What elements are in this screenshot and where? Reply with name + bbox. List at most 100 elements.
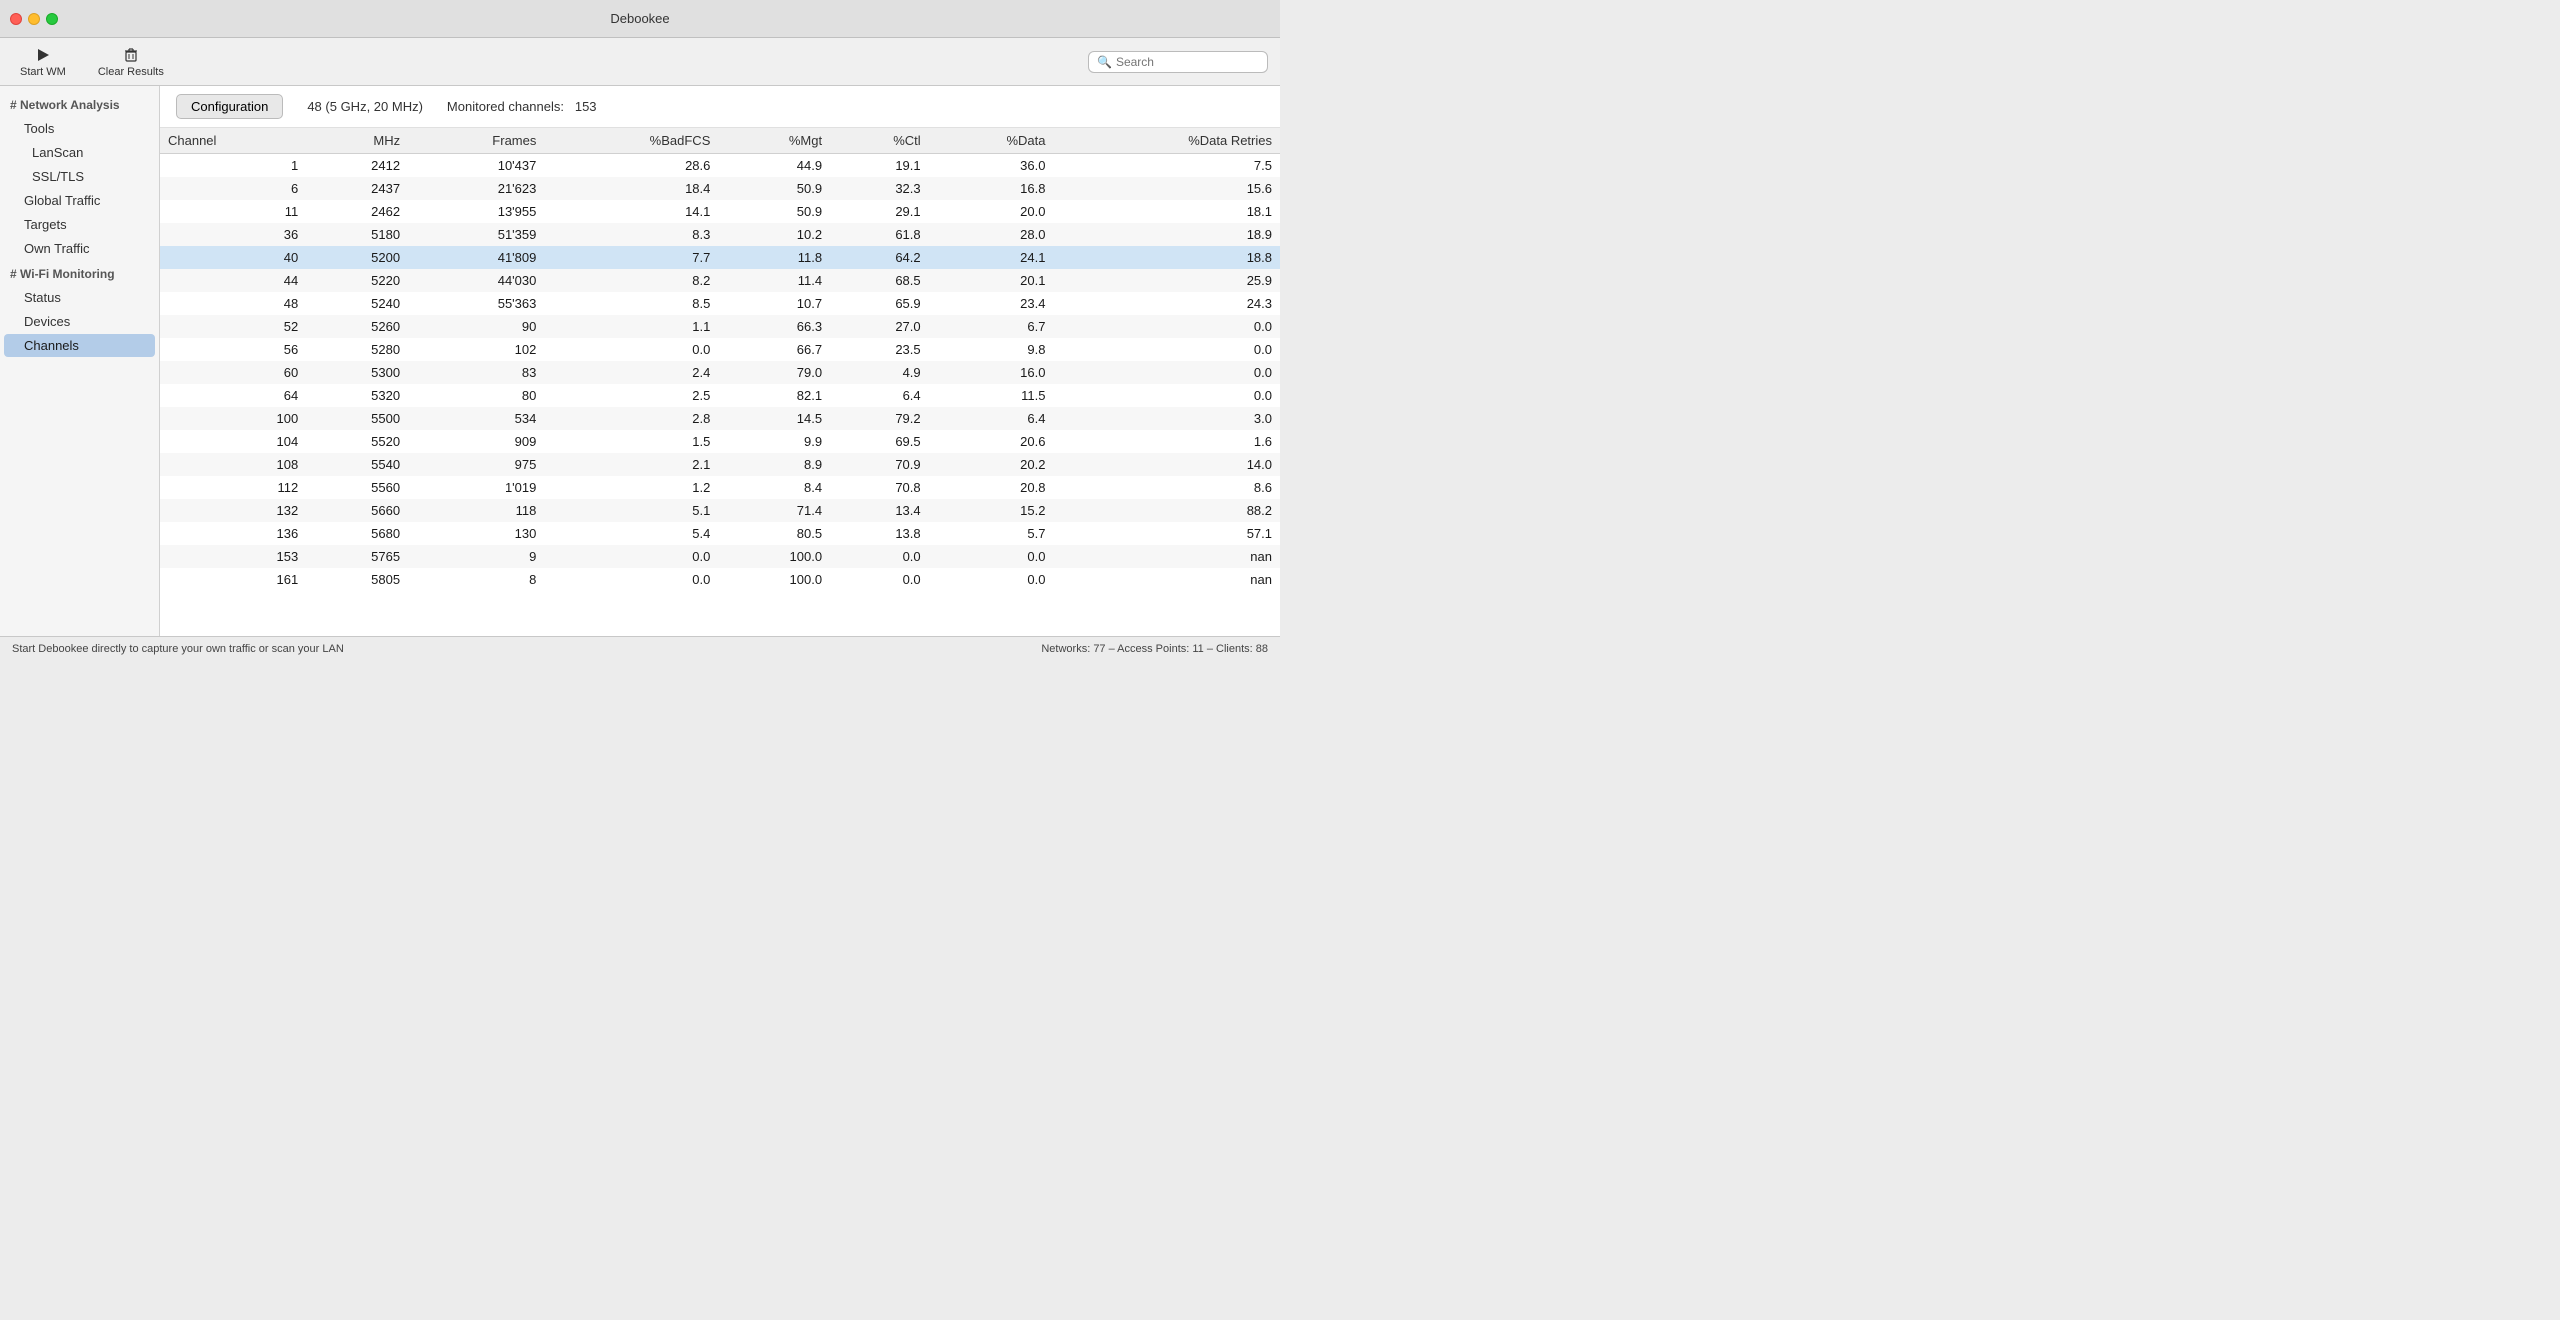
table-cell: 0.0 [830, 545, 929, 568]
table-row[interactable]: 10455209091.59.969.520.61.6 [160, 430, 1280, 453]
table-cell: 6 [160, 177, 306, 200]
sidebar-item-status[interactable]: Status [4, 286, 155, 309]
table-cell: 18.8 [1053, 246, 1280, 269]
table-cell: 132 [160, 499, 306, 522]
search-box[interactable]: 🔍 [1088, 51, 1268, 73]
table-row[interactable]: 13256601185.171.413.415.288.2 [160, 499, 1280, 522]
close-button[interactable] [10, 13, 22, 25]
table-row[interactable]: 1241210'43728.644.919.136.07.5 [160, 154, 1280, 178]
table-cell: 13'955 [408, 200, 544, 223]
table-row[interactable]: 10855409752.18.970.920.214.0 [160, 453, 1280, 476]
table-cell: nan [1053, 545, 1280, 568]
table-row[interactable]: 11246213'95514.150.929.120.018.1 [160, 200, 1280, 223]
search-input[interactable] [1116, 55, 1259, 69]
statusbar-left: Start Debookee directly to capture your … [12, 643, 344, 655]
table-cell: 79.2 [830, 407, 929, 430]
table-cell: 14.1 [544, 200, 718, 223]
table-cell: 10.7 [718, 292, 830, 315]
table-cell: 36.0 [929, 154, 1054, 178]
statusbar-right: Networks: 77 – Access Points: 11 – Clien… [1041, 643, 1268, 655]
table-row[interactable]: 153576590.0100.00.00.0nan [160, 545, 1280, 568]
table-cell: 9.8 [929, 338, 1054, 361]
table-cell: 1.2 [544, 476, 718, 499]
table-cell: 161 [160, 568, 306, 591]
table-row[interactable]: 161580580.0100.00.00.0nan [160, 568, 1280, 591]
table-cell: 20.1 [929, 269, 1054, 292]
sidebar-item-channels[interactable]: Channels [4, 334, 155, 357]
table-row[interactable]: 10055005342.814.579.26.43.0 [160, 407, 1280, 430]
table-cell: 44'030 [408, 269, 544, 292]
channels-table: Channel MHz Frames %BadFCS %Mgt %Ctl %Da… [160, 128, 1280, 591]
table-row[interactable]: 44522044'0308.211.468.520.125.9 [160, 269, 1280, 292]
sidebar-item-own-traffic[interactable]: Own Traffic [4, 237, 155, 260]
table-cell: 29.1 [830, 200, 929, 223]
table-cell: 64 [160, 384, 306, 407]
table-cell: 118 [408, 499, 544, 522]
table-cell: 0.0 [544, 545, 718, 568]
table-cell: 10'437 [408, 154, 544, 178]
configuration-button[interactable]: Configuration [176, 94, 283, 119]
table-cell: 1.1 [544, 315, 718, 338]
table-cell: 65.9 [830, 292, 929, 315]
table-row[interactable]: 11255601'0191.28.470.820.88.6 [160, 476, 1280, 499]
table-cell: 80.5 [718, 522, 830, 545]
table-cell: 4.9 [830, 361, 929, 384]
table-cell: 48 [160, 292, 306, 315]
table-cell: 50.9 [718, 177, 830, 200]
table-cell: 975 [408, 453, 544, 476]
channels-table-container: Channel MHz Frames %BadFCS %Mgt %Ctl %Da… [160, 128, 1280, 636]
table-cell: 2.4 [544, 361, 718, 384]
table-row[interactable]: 40520041'8097.711.864.224.118.8 [160, 246, 1280, 269]
table-cell: 19.1 [830, 154, 929, 178]
table-cell: 1'019 [408, 476, 544, 499]
table-row[interactable]: 645320802.582.16.411.50.0 [160, 384, 1280, 407]
search-icon: 🔍 [1097, 55, 1112, 69]
sidebar-item-tools[interactable]: Tools [4, 117, 155, 140]
table-cell: 23.4 [929, 292, 1054, 315]
sidebar-item-ssltls[interactable]: SSL/TLS [4, 165, 155, 188]
table-cell: 5240 [306, 292, 408, 315]
table-row[interactable]: 48524055'3638.510.765.923.424.3 [160, 292, 1280, 315]
table-row[interactable]: 5652801020.066.723.59.80.0 [160, 338, 1280, 361]
sidebar-item-devices[interactable]: Devices [4, 310, 155, 333]
table-cell: 11 [160, 200, 306, 223]
table-row[interactable]: 36518051'3598.310.261.828.018.9 [160, 223, 1280, 246]
table-cell: 5520 [306, 430, 408, 453]
table-cell: 5220 [306, 269, 408, 292]
zoom-button[interactable] [46, 13, 58, 25]
table-cell: 7.7 [544, 246, 718, 269]
table-cell: 0.0 [830, 568, 929, 591]
table-row[interactable]: 605300832.479.04.916.00.0 [160, 361, 1280, 384]
sidebar-item-lanscan[interactable]: LanScan [4, 141, 155, 164]
toolbar: Start WM Clear Results 🔍 [0, 38, 1280, 86]
start-wm-button[interactable]: Start WM [12, 42, 74, 82]
table-cell: 66.3 [718, 315, 830, 338]
table-cell: 108 [160, 453, 306, 476]
table-cell: 100.0 [718, 568, 830, 591]
col-badfcs: %BadFCS [544, 128, 718, 154]
table-cell: 36 [160, 223, 306, 246]
table-cell: 83 [408, 361, 544, 384]
sidebar-item-global-traffic[interactable]: Global Traffic [4, 189, 155, 212]
table-cell: 44 [160, 269, 306, 292]
table-cell: 60 [160, 361, 306, 384]
table-row[interactable]: 6243721'62318.450.932.316.815.6 [160, 177, 1280, 200]
clear-results-button[interactable]: Clear Results [90, 42, 172, 82]
table-row[interactable]: 13656801305.480.513.85.757.1 [160, 522, 1280, 545]
table-header: Channel MHz Frames %BadFCS %Mgt %Ctl %Da… [160, 128, 1280, 154]
table-cell: 10.2 [718, 223, 830, 246]
table-cell: 1.6 [1053, 430, 1280, 453]
table-cell: 8.9 [718, 453, 830, 476]
table-row[interactable]: 525260901.166.327.06.70.0 [160, 315, 1280, 338]
table-cell: 6.4 [830, 384, 929, 407]
table-cell: 27.0 [830, 315, 929, 338]
sidebar-item-targets[interactable]: Targets [4, 213, 155, 236]
table-cell: 8.4 [718, 476, 830, 499]
minimize-button[interactable] [28, 13, 40, 25]
table-cell: 16.8 [929, 177, 1054, 200]
table-cell: nan [1053, 568, 1280, 591]
col-channel: Channel [160, 128, 306, 154]
table-cell: 52 [160, 315, 306, 338]
table-cell: 15.6 [1053, 177, 1280, 200]
table-cell: 20.0 [929, 200, 1054, 223]
